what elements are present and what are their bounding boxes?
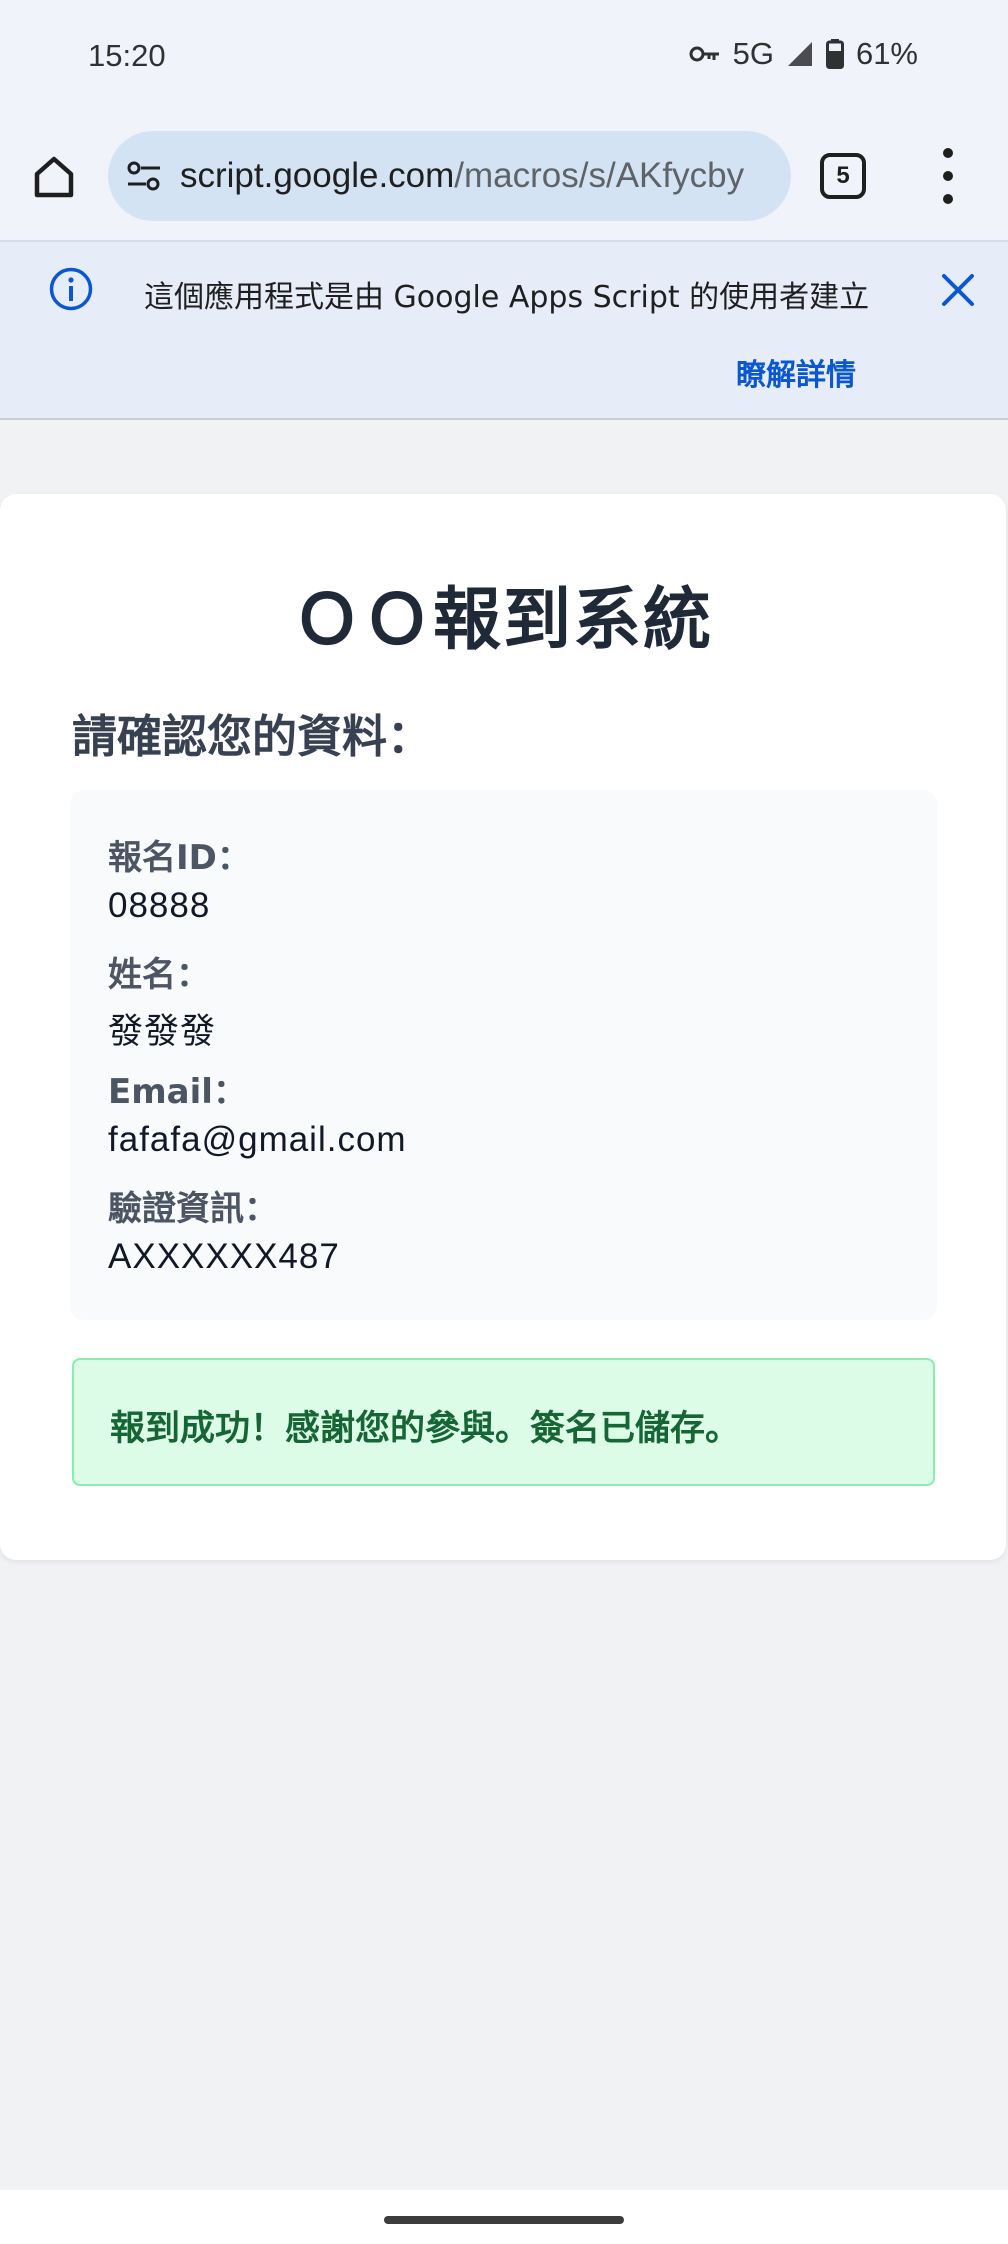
vpn-key-icon — [689, 44, 721, 64]
details-box: 報名ID： 08888 姓名： 發發發 Email： fafafa@gmail.… — [70, 790, 937, 1320]
menu-dot — [943, 194, 953, 204]
email-label: Email： — [108, 1072, 247, 1112]
site-settings-icon[interactable] — [124, 156, 164, 196]
home-icon — [34, 156, 74, 198]
status-time: 15:20 — [88, 38, 166, 73]
learn-more-link[interactable]: 瞭解詳情 — [736, 350, 856, 394]
gesture-navigation — [0, 2190, 1008, 2244]
network-type: 5G — [732, 36, 774, 71]
browser-toolbar: script.google.com/macros/s/AKfycby 5 — [0, 112, 1008, 240]
confirm-heading: 請確認您的資料： — [72, 710, 433, 763]
menu-dot — [943, 171, 953, 181]
status-indicators: 5G 61% — [689, 36, 918, 72]
verification-value: AXXXXXX487 — [108, 1237, 340, 1276]
menu-dot — [943, 148, 953, 158]
info-icon — [49, 267, 93, 311]
home-gesture-handle[interactable] — [384, 2216, 624, 2224]
banner-message: 這個應用程式是由 Google Apps Script 的使用者建立 — [144, 280, 870, 315]
verification-label: 驗證資訊： — [108, 1189, 278, 1229]
page-title: ＯＯ報到系統 — [292, 581, 713, 660]
url-host: script.google.com — [180, 156, 455, 195]
url-text[interactable]: script.google.com/macros/s/AKfycby — [180, 153, 777, 199]
url-path: /macros/s/AKfycby — [454, 156, 745, 195]
battery-icon — [825, 39, 844, 69]
home-button[interactable] — [22, 145, 86, 209]
name-label: 姓名： — [108, 955, 210, 995]
checkin-card: ＯＯ報到系統 請確認您的資料： 報名ID： 08888 姓名： 發發發 Emai… — [0, 494, 1006, 1560]
success-message: 報到成功！感謝您的參與。簽名已儲存。 — [110, 1409, 741, 1449]
battery-level: 61% — [855, 36, 918, 71]
status-bar: 15:20 5G 61% — [0, 0, 1008, 112]
registration-id-label: 報名ID： — [108, 838, 251, 878]
apps-script-banner: 這個應用程式是由 Google Apps Script 的使用者建立 瞭解詳情 — [0, 240, 1008, 420]
address-bar[interactable]: script.google.com/macros/s/AKfycby — [108, 131, 791, 221]
registration-id-value: 08888 — [108, 886, 211, 925]
email-value: fafafa@gmail.com — [108, 1120, 407, 1159]
close-icon[interactable] — [936, 268, 980, 312]
signal-icon — [786, 40, 814, 68]
success-alert: 報到成功！感謝您的參與。簽名已儲存。 — [72, 1358, 935, 1486]
more-vert-icon[interactable] — [928, 148, 968, 204]
name-value: 發發發 — [108, 1012, 217, 1051]
tab-switcher-button[interactable]: 5 — [820, 153, 866, 199]
